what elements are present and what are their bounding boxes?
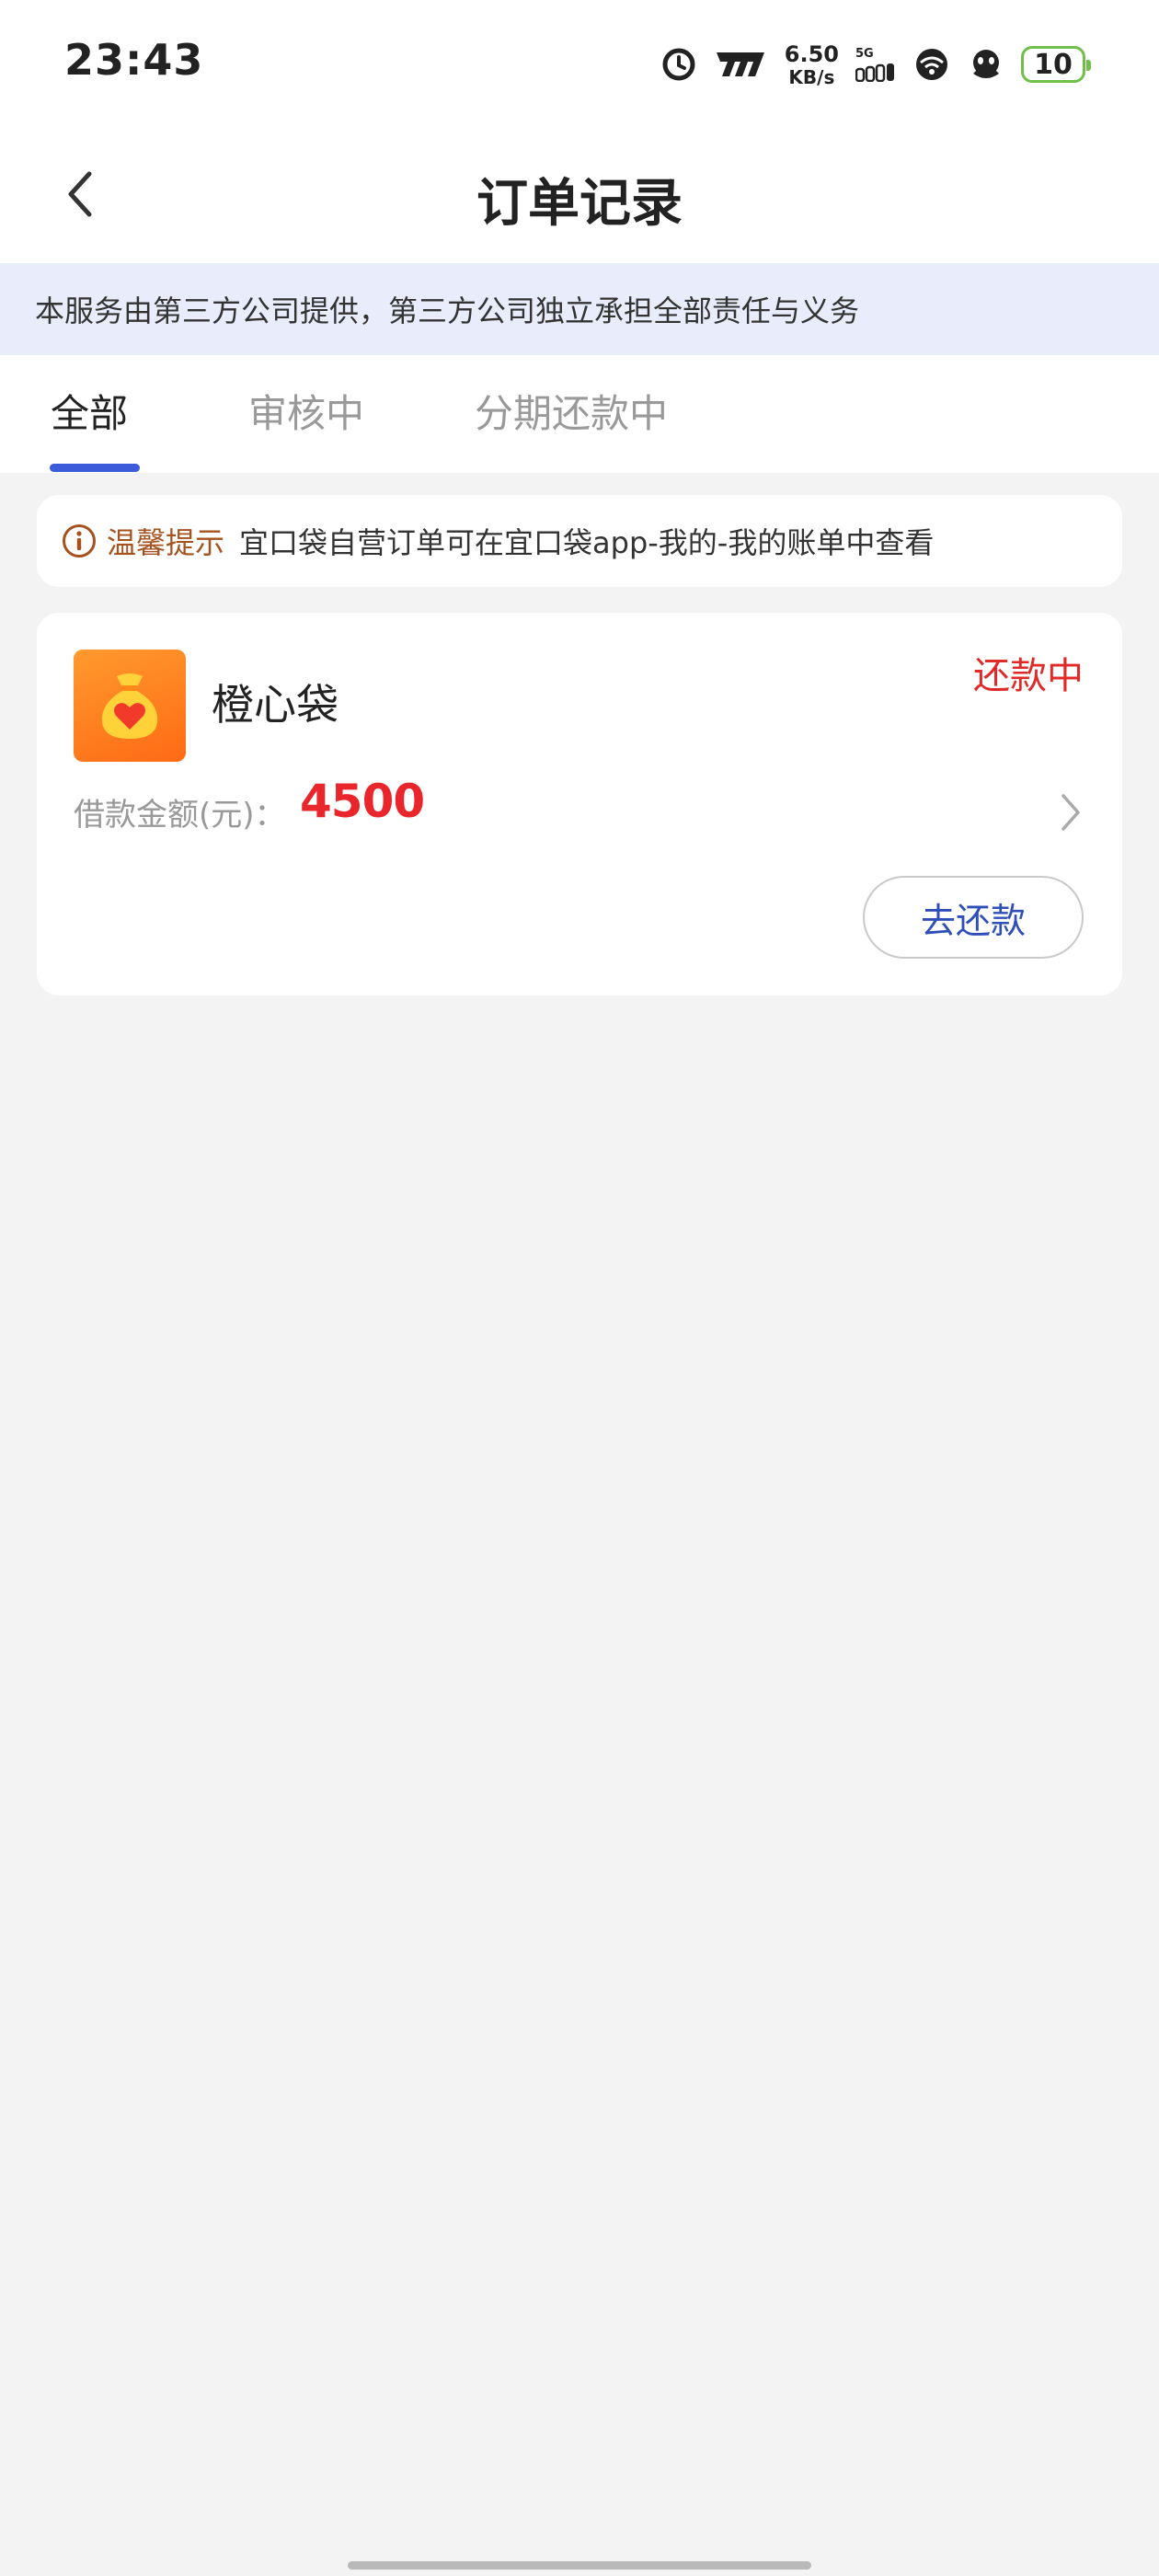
network-speed-value: 6.50 <box>784 40 839 67</box>
merchant-logo <box>74 650 186 762</box>
chevron-right-icon[interactable] <box>1052 789 1089 835</box>
active-tab-indicator <box>50 464 140 472</box>
loan-amount-value: 4500 <box>300 775 425 828</box>
order-tabs: 全部 审核中 分期还款中 <box>0 355 1159 473</box>
repay-button[interactable]: 去还款 <box>863 876 1084 959</box>
tab-under-review[interactable]: 审核中 <box>248 383 364 439</box>
cellular-signal: 5G <box>855 48 896 82</box>
info-icon <box>63 524 96 558</box>
app-notification-icon <box>713 49 768 80</box>
tab-installment-repaying[interactable]: 分期还款中 <box>475 383 668 439</box>
order-status: 还款中 <box>973 655 1084 697</box>
tab-all[interactable]: 全部 <box>51 383 128 439</box>
home-indicator[interactable] <box>348 2561 811 2570</box>
status-icons: 6.50 KB/s 5G 10 <box>661 37 1091 92</box>
loan-amount-label: 借款金额(元)： <box>74 797 286 834</box>
navigation-bar: 订单记录 <box>0 129 1159 263</box>
status-time: 23:43 <box>64 35 204 85</box>
qq-icon <box>968 46 1004 83</box>
page-title: 订单记录 <box>476 174 683 234</box>
network-speed-unit: KB/s <box>788 65 835 88</box>
status-bar: 23:43 6.50 KB/s 5G 10 <box>0 0 1159 129</box>
network-speed: 6.50 KB/s <box>785 43 839 86</box>
tip-text: 宜口袋自营订单可在宜口袋app-我的-我的账单中查看 <box>239 525 935 560</box>
battery-icon: 10 <box>1021 46 1091 83</box>
order-card[interactable]: 橙心袋 还款中 借款金额(元)： 4500 去还款 <box>37 613 1122 995</box>
alarm-icon <box>661 47 696 82</box>
third-party-notice: 本服务由第三方公司提供，第三方公司独立承担全部责任与义务 <box>0 263 1159 355</box>
merchant-name: 橙心袋 <box>212 680 339 730</box>
wifi-icon <box>912 48 951 81</box>
notice-text: 本服务由第三方公司提供，第三方公司独立承担全部责任与义务 <box>35 293 860 328</box>
network-type: 5G <box>855 46 874 61</box>
tip-label: 温馨提示 <box>107 525 225 560</box>
tip-card: 温馨提示 宜口袋自营订单可在宜口袋app-我的-我的账单中查看 <box>37 495 1122 587</box>
signal-bars-icon <box>855 63 894 82</box>
money-bag-heart-icon <box>101 673 158 739</box>
